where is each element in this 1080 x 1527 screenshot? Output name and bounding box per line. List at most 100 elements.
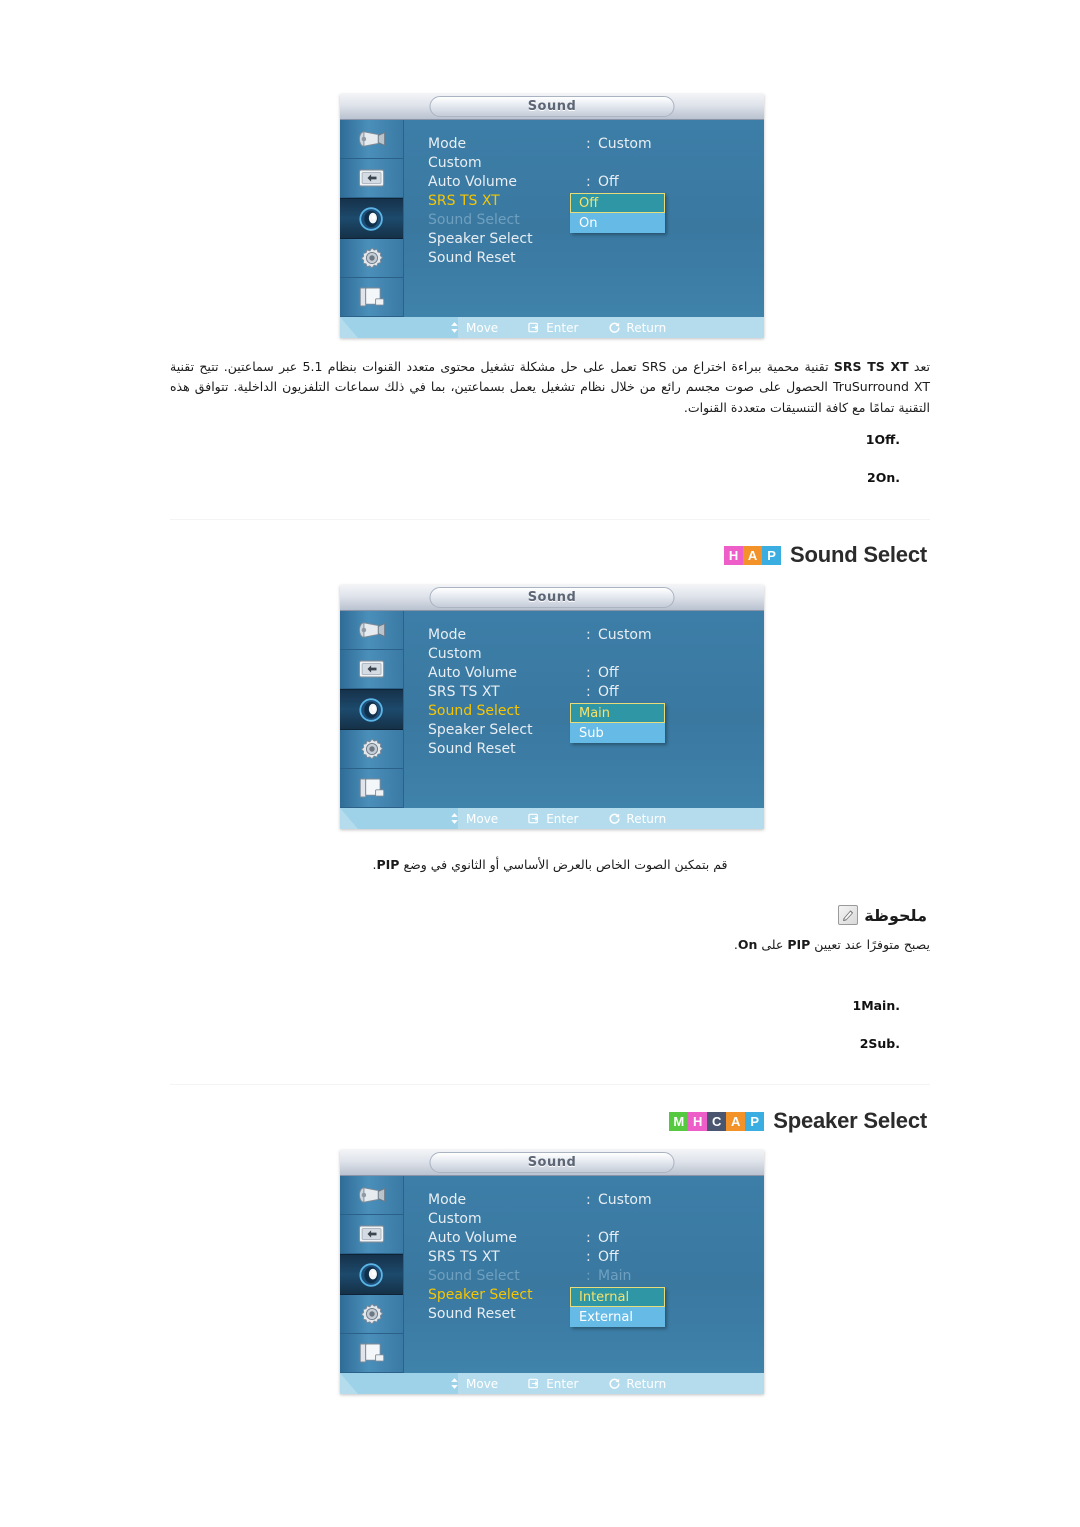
menu-row-sound-reset[interactable]: Sound Reset <box>428 250 764 269</box>
footer-hint-label: Move <box>466 320 499 335</box>
menu-row-mode[interactable]: Mode: Custom <box>428 136 764 155</box>
rail-item-multi-control[interactable] <box>340 278 403 318</box>
setup-gear-icon <box>354 1300 390 1328</box>
rail-item-picture-display[interactable] <box>340 1215 403 1255</box>
footer-hint-return: Return <box>608 321 666 335</box>
menu-row-label: SRS TS XT <box>428 193 500 209</box>
menu-row-custom[interactable]: Custom <box>428 646 764 665</box>
footer-hint-label: Return <box>626 1376 667 1391</box>
footer-hint-label: Move <box>466 811 499 826</box>
menu-row-value: Custom <box>598 627 652 643</box>
menu-row-value: Custom <box>598 136 652 152</box>
menu-row-label: Mode <box>428 1192 467 1208</box>
input-source-icon <box>354 616 390 644</box>
menu-row-custom[interactable]: Custom <box>428 155 764 174</box>
sound-select-option-2-label: Sub <box>868 1036 896 1051</box>
rail-item-picture-display[interactable] <box>340 159 403 199</box>
osd-body: Mode: Custom Custom Auto Volume: Off SRS TS X… <box>340 120 764 318</box>
return-arrow-icon <box>608 321 621 334</box>
menu-row-label: Auto Volume <box>428 1230 518 1246</box>
osd-category-rail <box>340 611 404 809</box>
footer-hint-label: Move <box>466 1376 499 1391</box>
menu-row-label: Custom <box>428 155 482 171</box>
dropdown-option-external[interactable]: External <box>570 1307 665 1327</box>
sound-select-option-2: .2Sub <box>0 1036 900 1051</box>
menu-row-colon: : <box>586 1249 591 1265</box>
menu-row-mode[interactable]: Mode: Custom <box>428 1192 764 1211</box>
footer-hint-enter: Enter <box>528 1377 578 1391</box>
osd-dropdown[interactable]: Off On <box>570 193 665 233</box>
menu-row-srs-ts-xt[interactable]: SRS TS XT: Off <box>428 1249 764 1268</box>
updown-arrow-icon <box>448 321 461 334</box>
osd-title-bar: Sound <box>340 585 764 611</box>
badge-c: C <box>707 1111 727 1131</box>
menu-row-colon: : <box>586 1192 591 1208</box>
multi-control-icon <box>354 1339 390 1367</box>
srs-option-1: .1Off <box>0 432 900 447</box>
menu-row-label: Auto Volume <box>428 174 518 190</box>
menu-row-auto-volume[interactable]: Auto Volume: Off <box>428 665 764 684</box>
footer-hint-move: Move <box>448 1377 498 1391</box>
osd-title-text: Sound <box>429 96 675 117</box>
note-heading-text: ملحوظة <box>864 905 927 925</box>
osd-category-rail <box>340 1176 404 1374</box>
rail-item-input-source[interactable] <box>340 611 403 651</box>
menu-row-colon: : <box>586 136 591 152</box>
dropdown-option-on[interactable]: On <box>570 213 665 233</box>
menu-row-sound-select[interactable]: Sound Select: Main <box>428 1268 764 1287</box>
menu-row-label: Custom <box>428 646 482 662</box>
menu-row-mode[interactable]: Mode: Custom <box>428 627 764 646</box>
menu-row-custom[interactable]: Custom <box>428 1211 764 1230</box>
footer-hint-label: Enter <box>546 320 579 335</box>
osd-dropdown[interactable]: Internal External <box>570 1287 665 1327</box>
menu-row-colon: : <box>586 627 591 643</box>
menu-row-speaker-select[interactable]: Speaker Select <box>428 231 764 250</box>
rail-item-setup-gear[interactable] <box>340 239 403 278</box>
sound-speaker-icon <box>354 1261 390 1289</box>
menu-row-colon: : <box>586 174 591 190</box>
menu-row-sound-reset[interactable]: Sound Reset <box>428 741 764 760</box>
footer-hint-return: Return <box>608 1377 666 1391</box>
dropdown-option-sub[interactable]: Sub <box>570 723 665 743</box>
menu-row-auto-volume[interactable]: Auto Volume: Off <box>428 174 764 193</box>
setup-gear-icon <box>354 735 390 763</box>
osd-footer-hints: Move Enter Return <box>340 808 764 829</box>
menu-row-label: Custom <box>428 1211 482 1227</box>
sound-select-badges: HAP <box>724 545 782 565</box>
menu-row-label: Speaker Select <box>428 231 533 247</box>
picture-display-icon <box>354 164 390 192</box>
rail-item-sound-speaker[interactable] <box>340 1254 403 1295</box>
osd-body: Mode: Custom Custom Auto Volume: Off SRS TS X… <box>340 1176 764 1374</box>
updown-arrow-icon <box>448 812 461 825</box>
heading-sound-select: HAP Sound Select <box>724 542 927 568</box>
menu-row-colon: : <box>586 665 591 681</box>
dropdown-option-main[interactable]: Main <box>570 703 665 723</box>
menu-row-colon: : <box>586 684 591 700</box>
osd-category-rail <box>340 120 404 318</box>
osd-title-bar: Sound <box>340 1150 764 1176</box>
menu-row-label: Speaker Select <box>428 722 533 738</box>
dropdown-option-internal[interactable]: Internal <box>570 1287 665 1307</box>
rail-item-input-source[interactable] <box>340 1176 403 1216</box>
menu-row-value: Main <box>598 1268 632 1284</box>
note-body-text: يصبح متوفرًا عند تعيين PIP على On. <box>733 937 930 952</box>
rail-item-setup-gear[interactable] <box>340 730 403 769</box>
osd-title-text: Sound <box>429 1152 675 1173</box>
dropdown-option-off[interactable]: Off <box>570 193 665 213</box>
rail-item-input-source[interactable] <box>340 120 403 160</box>
rail-item-picture-display[interactable] <box>340 650 403 690</box>
sound-select-option-1-label: Main <box>861 998 896 1013</box>
badge-a: A <box>743 545 763 565</box>
rail-item-multi-control[interactable] <box>340 1334 403 1374</box>
menu-row-srs-ts-xt[interactable]: SRS TS XT: Off <box>428 684 764 703</box>
picture-display-icon <box>354 1220 390 1248</box>
badge-p: P <box>745 1111 765 1131</box>
rail-item-multi-control[interactable] <box>340 769 403 809</box>
osd-dropdown[interactable]: Main Sub <box>570 703 665 743</box>
rail-item-setup-gear[interactable] <box>340 1295 403 1334</box>
menu-row-colon: : <box>586 1230 591 1246</box>
menu-row-label: Auto Volume <box>428 665 518 681</box>
rail-item-sound-speaker[interactable] <box>340 198 403 239</box>
rail-item-sound-speaker[interactable] <box>340 689 403 730</box>
menu-row-auto-volume[interactable]: Auto Volume: Off <box>428 1230 764 1249</box>
